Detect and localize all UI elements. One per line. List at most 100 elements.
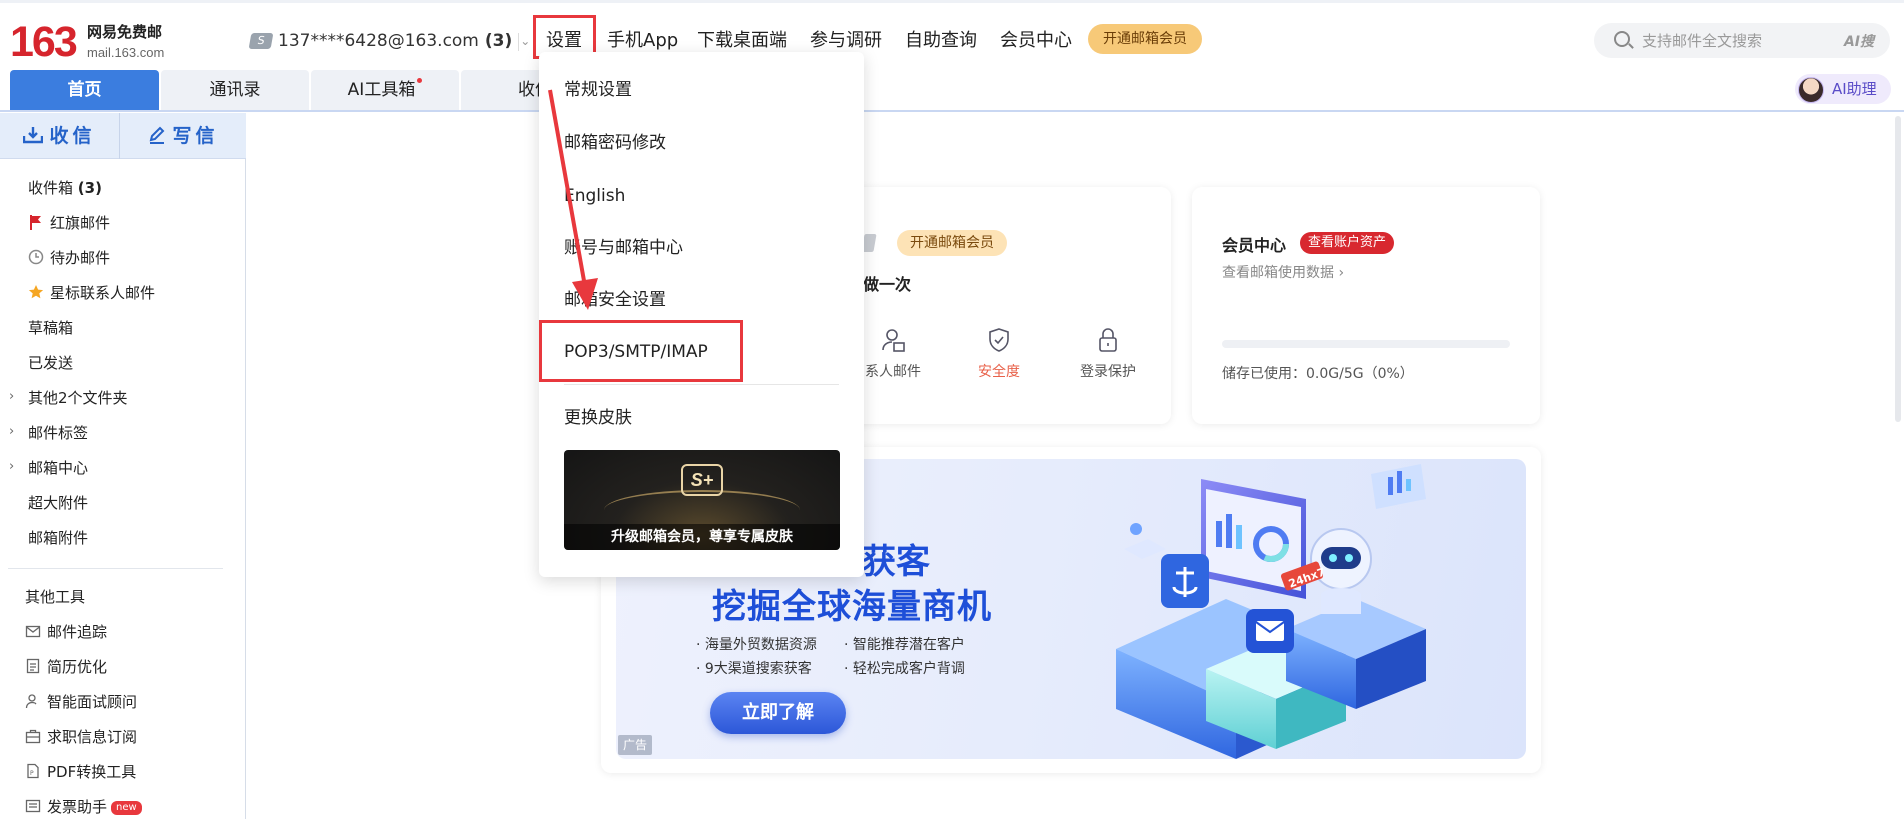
- account-switcher[interactable]: S 137****6428@163.com (3) ⌄: [248, 29, 530, 53]
- tools-section-title: 其他工具: [25, 588, 86, 606]
- sidebar-item-sent[interactable]: 已发送: [28, 352, 73, 374]
- tab-ai-toolbox[interactable]: AI工具箱: [311, 70, 459, 110]
- ai-assistant-button[interactable]: AI助理: [1795, 74, 1891, 104]
- tool-interview[interactable]: 智能面试顾问: [25, 691, 137, 713]
- sidebar-item-large-attachments[interactable]: 超大附件: [28, 492, 88, 514]
- divider: [518, 33, 519, 51]
- tab-home[interactable]: 首页: [10, 70, 159, 110]
- nav-self-query[interactable]: 自助查询: [905, 27, 977, 55]
- compose-row: 收信 写信: [0, 113, 246, 159]
- write-button[interactable]: 写信: [121, 113, 246, 159]
- divider: [564, 384, 839, 385]
- new-badge: new: [111, 801, 142, 815]
- quick-label: 登录保护: [1080, 364, 1136, 380]
- sidebar-item-attachments[interactable]: 邮箱附件: [28, 527, 88, 549]
- vip-open-button[interactable]: 开通邮箱会员: [897, 230, 1007, 256]
- tool-job-subscribe[interactable]: 求职信息订阅: [25, 726, 137, 748]
- header: 163 网易免费邮 mail.163.com S 137****6428@163…: [0, 0, 1904, 72]
- quick-login-protect[interactable]: 登录保护: [1068, 327, 1148, 381]
- nav-mobile-app[interactable]: 手机App: [607, 27, 678, 55]
- svip-logo-icon: S+: [681, 464, 723, 496]
- inbox-unread-count: (3): [77, 179, 102, 197]
- tab-ai-toolbox-label: AI工具箱: [347, 80, 416, 100]
- banner-bullet: · 智能推荐潜在客户: [844, 637, 965, 653]
- ad-tag: 广告: [618, 735, 652, 755]
- avatar: [1798, 77, 1824, 103]
- member-center-title[interactable]: 会员中心: [1222, 232, 1286, 256]
- menu-item-change-skin[interactable]: 更换皮肤: [564, 406, 632, 430]
- contact-mail-icon: [882, 329, 905, 352]
- pdf-icon: P: [25, 763, 41, 779]
- ai-assistant-label: AI助理: [1832, 80, 1877, 98]
- nav-survey[interactable]: 参与调研: [810, 27, 882, 55]
- search-input[interactable]: 支持邮件全文搜索: [1642, 31, 1762, 51]
- receive-button[interactable]: 收信: [0, 113, 120, 159]
- account-assets-badge[interactable]: 查看账户资产: [1300, 232, 1395, 254]
- account-badge-icon: S: [248, 33, 274, 49]
- write-label: 写信: [172, 125, 219, 147]
- tool-label: PDF转换工具: [47, 763, 137, 781]
- sidebar-item-label: 红旗邮件: [50, 214, 111, 232]
- banner-title-2: 挖掘全球海量商机: [712, 587, 992, 627]
- storage-usage-text: 储存已使用：0.0G/5G（0%）: [1222, 366, 1414, 382]
- usage-data-link[interactable]: 查看邮箱使用数据 ›: [1222, 262, 1344, 282]
- search-box[interactable]: 支持邮件全文搜索 AI搜: [1594, 23, 1890, 58]
- sidebar-item-inbox[interactable]: 收件箱 (3): [28, 177, 102, 199]
- learn-more-button[interactable]: 立即了解: [710, 692, 846, 734]
- sidebar-item-labels[interactable]: 邮件标签: [28, 422, 88, 444]
- pop3-highlight-box: [539, 320, 743, 382]
- tool-label: 邮件追踪: [47, 623, 108, 641]
- account-unread-count: (3): [484, 31, 513, 51]
- tool-resume[interactable]: 简历优化: [25, 656, 107, 678]
- vip-open-button[interactable]: 开通邮箱会员: [1088, 24, 1202, 54]
- sidebar-item-label: 收件箱: [28, 179, 74, 197]
- sidebar-item-flagged[interactable]: 红旗邮件: [28, 212, 110, 234]
- card-tip-text: 做一次: [863, 275, 912, 294]
- sidebar-item-drafts[interactable]: 草稿箱: [28, 317, 73, 339]
- skin-promo-banner[interactable]: S+ 升级邮箱会员，尊享专属皮肤: [564, 450, 840, 550]
- flag-icon: [28, 214, 44, 230]
- banner-illustration: 24hx7: [1116, 464, 1426, 759]
- quick-label: 安全度: [978, 364, 1020, 380]
- mail-track-icon: [25, 623, 41, 639]
- sidebar: 收信 写信 收件箱 (3) 红旗邮件 待办邮件 星标联系人邮件 草稿箱 已发送 …: [0, 113, 246, 819]
- tool-mail-track[interactable]: 邮件追踪: [25, 621, 107, 643]
- job-icon: [25, 728, 41, 744]
- sidebar-item-todo[interactable]: 待办邮件: [28, 247, 110, 269]
- storage-progress-bar: [1222, 340, 1510, 348]
- ai-search-button[interactable]: AI搜: [1844, 31, 1874, 51]
- svg-text:P: P: [30, 770, 34, 777]
- clock-icon: [28, 249, 44, 265]
- invoice-icon: [25, 798, 41, 814]
- sidebar-item-starred-contacts[interactable]: 星标联系人邮件: [28, 282, 155, 304]
- skin-promo-caption: 升级邮箱会员，尊享专属皮肤: [564, 524, 840, 550]
- divider: [8, 568, 223, 569]
- tool-label: 智能面试顾问: [47, 693, 138, 711]
- notification-dot-icon: [417, 78, 423, 83]
- quick-security-score[interactable]: 安全度: [959, 327, 1039, 381]
- logo-name: 网易免费邮: [87, 23, 163, 41]
- page-scrollbar[interactable]: [1895, 116, 1901, 422]
- quick-contact-mail[interactable]: 系人邮件: [853, 327, 933, 381]
- tool-pdf-convert[interactable]: P PDF转换工具: [25, 761, 136, 783]
- member-card: [1192, 187, 1540, 424]
- chevron-right-icon[interactable]: ›: [9, 424, 14, 439]
- chevron-right-icon[interactable]: ›: [9, 389, 14, 404]
- tool-invoice[interactable]: 发票助手 new: [25, 796, 142, 818]
- logo-url: mail.163.com: [87, 45, 165, 60]
- tool-label: 求职信息订阅: [47, 728, 138, 746]
- logo-163[interactable]: 163: [10, 20, 78, 64]
- annotation-arrow: [548, 89, 598, 310]
- chevron-right-icon[interactable]: ›: [9, 459, 14, 474]
- inbox-download-icon: [23, 127, 44, 144]
- tab-bar: 首页 通讯录 AI工具箱 收件: [0, 70, 1904, 112]
- sidebar-item-other-folders[interactable]: 其他2个文件夹: [28, 387, 128, 409]
- lock-icon: [1099, 328, 1117, 352]
- banner-bullet: · 海量外贸数据资源: [696, 637, 817, 653]
- nav-desktop-download[interactable]: 下载桌面端: [697, 27, 787, 55]
- tab-contacts[interactable]: 通讯录: [161, 70, 309, 110]
- search-icon: [1614, 31, 1630, 47]
- nav-member-center[interactable]: 会员中心: [1000, 27, 1072, 55]
- account-address: 137****6428@163.com: [278, 31, 479, 51]
- sidebar-item-mail-center[interactable]: 邮箱中心: [28, 457, 88, 479]
